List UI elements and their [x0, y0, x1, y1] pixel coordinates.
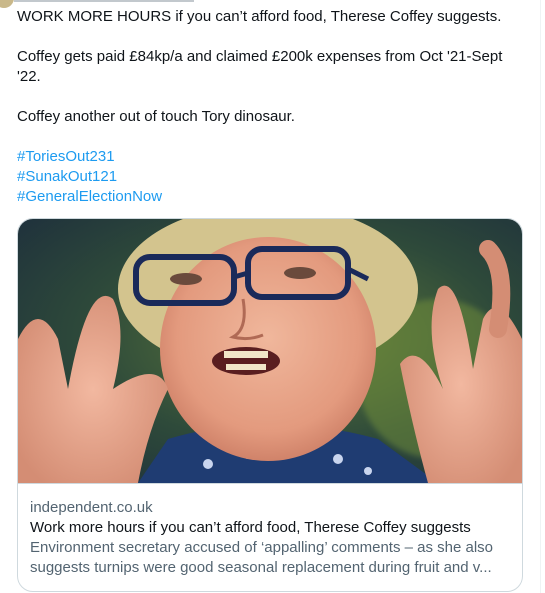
card-description: Environment secretary accused of ‘appall…	[30, 538, 510, 578]
card-description-line: suggests turnips were good seasonal repl…	[30, 559, 492, 576]
tweet-paragraph-3: Coffey another out of touch Tory dinosau…	[17, 108, 295, 125]
avatar[interactable]	[0, 0, 14, 8]
hashtag-link[interactable]: #SunakOut121	[17, 167, 517, 187]
link-preview-card[interactable]: independent.co.uk Work more hours if you…	[17, 218, 523, 592]
card-description-line: Environment secretary accused of ‘appall…	[30, 539, 494, 556]
hashtag-link[interactable]: #GeneralElectionNow	[17, 187, 517, 207]
card-meta: independent.co.uk Work more hours if you…	[18, 484, 522, 578]
tweet-paragraph-1: WORK MORE HOURS if you can’t afford food…	[17, 8, 502, 25]
hashtag-link[interactable]: #ToriesOut231	[17, 147, 517, 167]
card-headline: Work more hours if you can’t afford food…	[30, 519, 471, 536]
article-image[interactable]	[18, 219, 522, 484]
card-domain: independent.co.uk	[30, 499, 153, 516]
timeline-divider	[540, 0, 541, 593]
author-line	[14, 0, 194, 2]
tweet-text: WORK MORE HOURS if you can’t afford food…	[17, 7, 517, 207]
tweet-paragraph-2: Coffey gets paid £84kp/a and claimed £20…	[17, 48, 503, 85]
tweet[interactable]: WORK MORE HOURS if you can’t afford food…	[0, 0, 545, 593]
